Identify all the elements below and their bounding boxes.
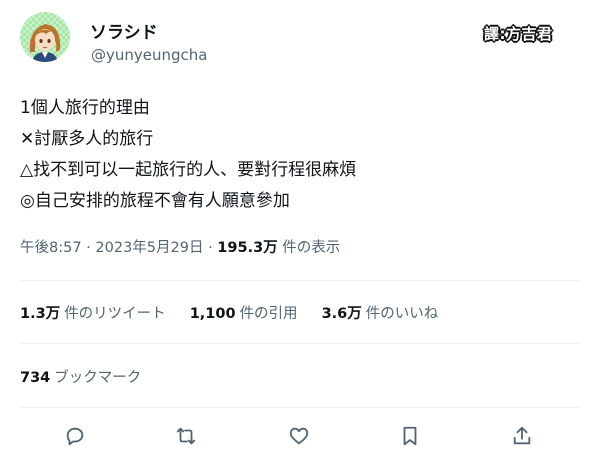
tweet-date[interactable]: 2023年5月29日	[95, 240, 203, 256]
like-button[interactable]	[281, 418, 317, 454]
divider	[20, 407, 580, 408]
bookmark-button[interactable]	[392, 418, 428, 454]
engagement-stats: 1.3万 件のリツイート 1,100 件の引用 3.6万 件のいいね	[20, 302, 438, 323]
bookmark-icon	[403, 426, 417, 446]
tweet-meta: 午後8:57 · 2023年5月29日 · 195.3万 件の表示	[20, 236, 340, 257]
like-heart-icon	[289, 427, 309, 445]
divider	[20, 343, 580, 344]
views-count: 195.3万	[217, 240, 278, 256]
quotes-stat[interactable]: 1,100 件の引用	[190, 302, 298, 323]
retweets-count: 1.3万	[20, 306, 61, 322]
action-bar	[20, 418, 580, 454]
retweet-button[interactable]	[168, 418, 204, 454]
bookmarks-count: 734	[20, 370, 51, 386]
translator-credit: 譯:方吉君	[484, 24, 553, 43]
share-icon	[513, 426, 531, 445]
tweet-time[interactable]: 午後8:57	[20, 240, 82, 256]
tweet-line: ✕討厭多人的旅行	[20, 129, 154, 149]
bookmarks-stat[interactable]: 734 ブックマーク	[20, 366, 141, 387]
meta-separator: ·	[208, 240, 213, 256]
retweets-stat[interactable]: 1.3万 件のリツイート	[20, 302, 166, 323]
avatar[interactable]	[20, 12, 70, 62]
tweet-line: △找不到可以一起旅行的人、要對行程很麻煩	[20, 160, 357, 180]
author-handle[interactable]: @yunyeungcha	[91, 46, 207, 64]
quotes-count: 1,100	[189, 306, 236, 322]
share-button[interactable]	[504, 418, 540, 454]
likes-stat[interactable]: 3.6万 件のいいね	[322, 302, 439, 323]
anime-girl-avatar-icon	[20, 12, 70, 62]
tweet-text: 1個人旅行的理由 ✕討厭多人的旅行 △找不到可以一起旅行的人、要對行程很麻煩 ◎…	[20, 93, 580, 217]
reply-icon	[66, 427, 84, 446]
likes-count: 3.6万	[321, 306, 362, 322]
quotes-label: 件の引用	[239, 306, 298, 322]
meta-separator: ·	[86, 240, 91, 256]
author-display-name[interactable]: ソラシド	[90, 18, 158, 43]
tweet-line: 1個人旅行的理由	[20, 98, 150, 118]
likes-label: 件のいいね	[365, 306, 439, 322]
tweet-line: ◎自己安排的旅程不會有人願意參加	[20, 191, 290, 211]
divider	[20, 280, 580, 281]
reply-button[interactable]	[57, 418, 93, 454]
retweet-icon	[176, 427, 196, 445]
bookmarks-label: ブックマーク	[54, 370, 142, 386]
views-label: 件の表示	[282, 240, 341, 256]
retweets-label: 件のリツイート	[64, 306, 166, 322]
